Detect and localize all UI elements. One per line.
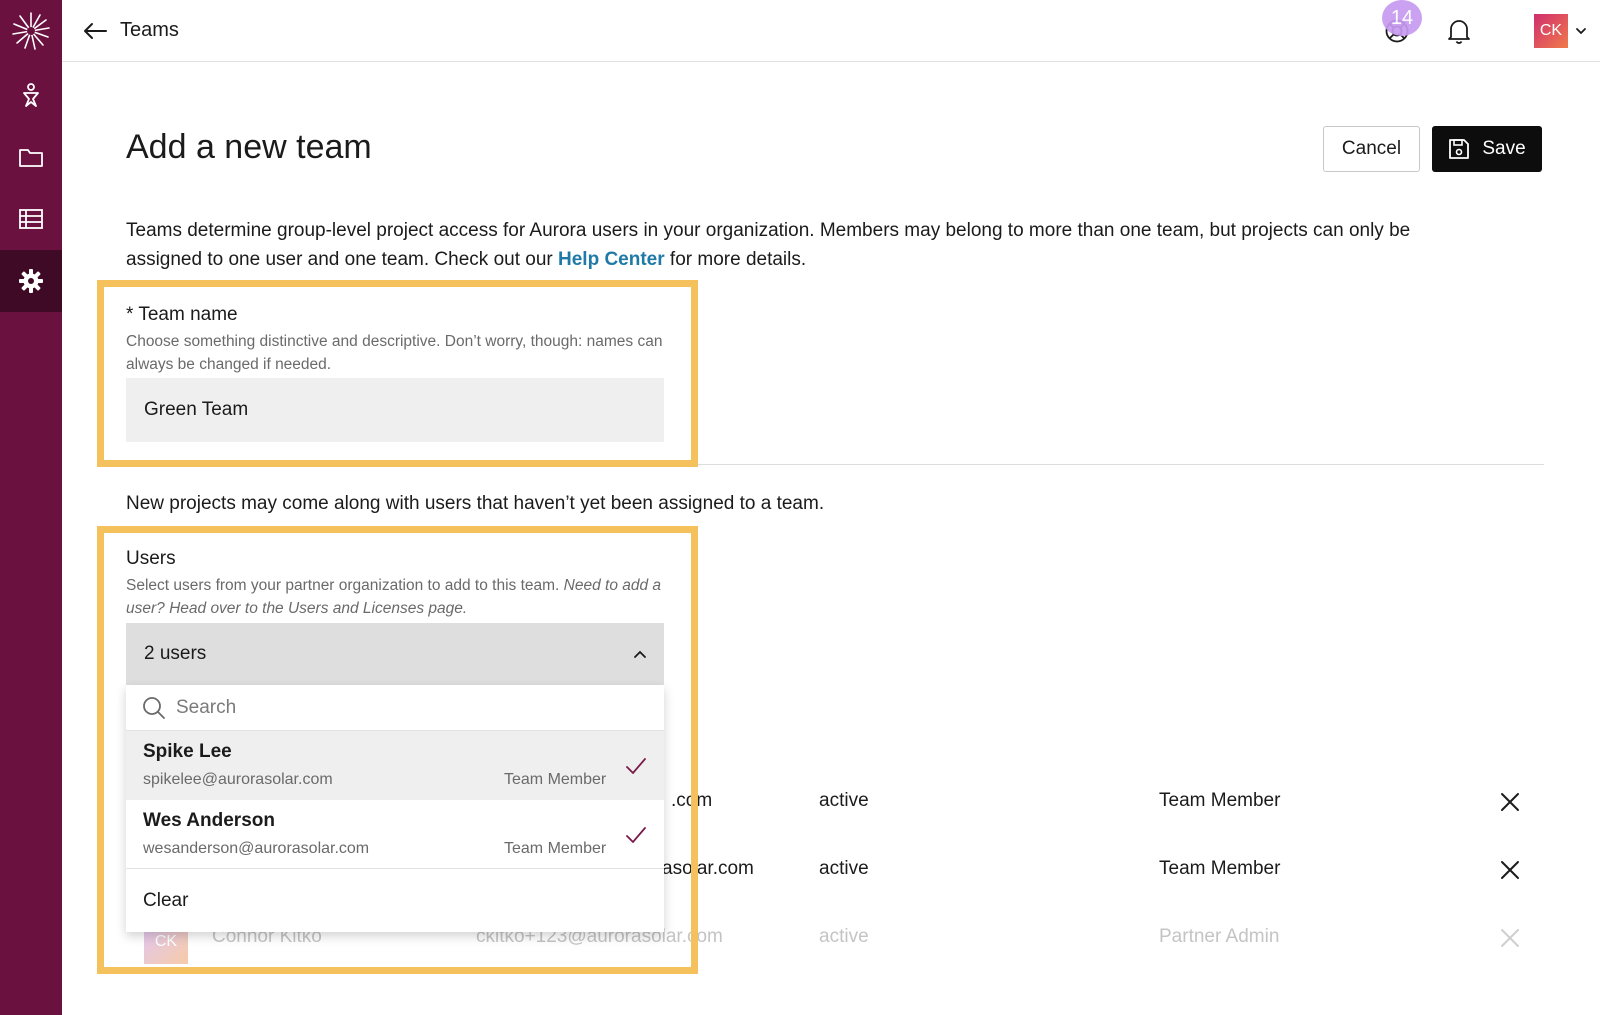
bell-icon <box>1448 20 1470 44</box>
save-button-label: Save <box>1482 138 1526 159</box>
user-role: Team Member <box>1159 858 1281 879</box>
user-avatar[interactable]: CK <box>1534 14 1568 48</box>
back-button[interactable] <box>82 18 108 44</box>
table-list-icon <box>19 209 43 229</box>
notification-count-badge: 14 <box>1382 0 1422 36</box>
gear-icon <box>19 269 43 293</box>
intro-text: Teams determine group-level project acce… <box>126 216 1416 274</box>
remove-user-close-icon[interactable] <box>1498 926 1522 950</box>
user-status: active <box>819 926 869 947</box>
help-center-link[interactable]: Help Center <box>558 249 665 270</box>
folder-icon <box>19 149 43 167</box>
save-button[interactable]: Save <box>1432 126 1542 172</box>
user-role: Partner Admin <box>1159 926 1280 947</box>
intro-text-part: for more details. <box>664 249 807 270</box>
sidebar <box>0 0 62 1015</box>
top-bar: Teams 14 CK <box>62 0 1600 62</box>
user-status: active <box>819 858 869 879</box>
users-highlight <box>97 526 698 974</box>
team-name-help: Choose something distinctive and descrip… <box>126 333 663 373</box>
person-star-icon <box>23 83 39 107</box>
team-name-input[interactable]: Green Team <box>126 378 664 442</box>
user-status: active <box>819 790 869 811</box>
breadcrumb-teams[interactable]: Teams <box>120 19 179 42</box>
arrow-left-icon <box>84 23 107 39</box>
section-divider <box>698 464 1544 465</box>
sidebar-item-projects[interactable] <box>0 126 62 188</box>
unassigned-users-note: New projects may come along with users t… <box>126 493 825 514</box>
sidebar-item-database[interactable] <box>0 188 62 250</box>
user-role: Team Member <box>1159 790 1281 811</box>
sidebar-item-solar[interactable] <box>0 64 62 126</box>
save-disk-icon <box>1449 139 1470 159</box>
notifications-button[interactable] <box>1444 16 1474 46</box>
page-title: Add a new team <box>126 128 372 166</box>
team-name-label: * Team name <box>126 304 238 325</box>
chevron-down-icon[interactable] <box>1574 24 1588 38</box>
remove-user-close-icon[interactable] <box>1498 858 1522 882</box>
sidebar-item-settings[interactable] <box>0 250 62 312</box>
aurora-logo-icon[interactable] <box>10 10 52 52</box>
cancel-button[interactable]: Cancel <box>1323 126 1420 172</box>
remove-user-close-icon[interactable] <box>1498 790 1522 814</box>
